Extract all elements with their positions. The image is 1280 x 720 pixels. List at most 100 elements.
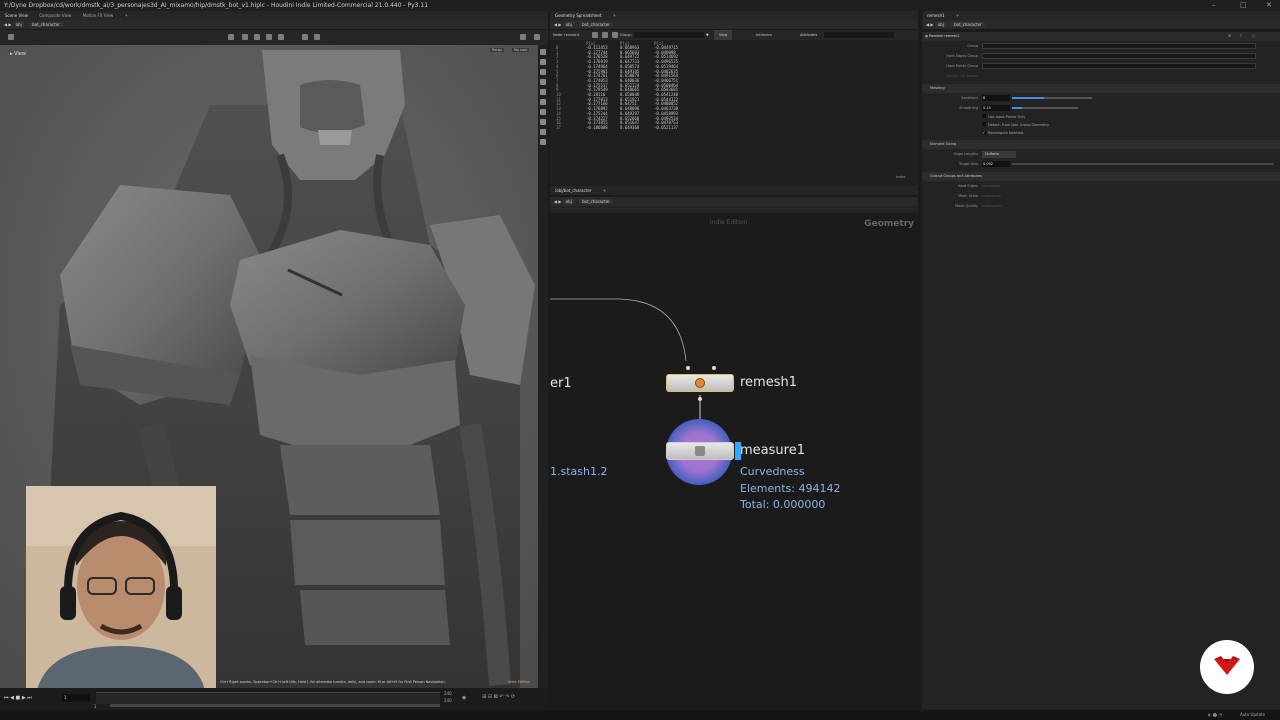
measure-node-label[interactable]: measure1 <box>740 443 805 458</box>
minimize-icon[interactable]: – <box>1212 0 1216 11</box>
output-connector[interactable] <box>698 397 702 401</box>
end-frame-2-label[interactable]: 240 <box>444 698 452 703</box>
use-input-points-checkbox[interactable]: Use Input Points Only <box>982 113 1280 121</box>
camera-menu-button[interactable]: No cam <box>512 48 530 52</box>
timeline-scrubber[interactable] <box>96 692 440 704</box>
help-icon[interactable]: ? <box>1240 32 1242 41</box>
view-dropdown[interactable]: View <box>714 30 733 40</box>
gear-icon[interactable]: ⚙ <box>1228 32 1231 41</box>
tab-motion-fx-view[interactable]: Motion FX View <box>78 13 119 18</box>
tab-parameters[interactable]: remesh1 <box>922 13 950 18</box>
path-obj[interactable]: obj <box>12 22 25 27</box>
detach-checkbox[interactable]: Detach From Non-Group Geometry <box>982 121 1280 129</box>
auto-update-button[interactable]: Auto Update <box>1240 712 1265 717</box>
wireframe-icon[interactable] <box>540 69 546 75</box>
back-icon[interactable]: ◀ ▶ <box>926 22 935 27</box>
snap-icon[interactable] <box>302 34 308 40</box>
add-tab-icon[interactable]: + <box>598 188 611 193</box>
path-bot-character[interactable]: bot_character <box>579 199 613 204</box>
home-icon[interactable] <box>540 59 546 65</box>
audio-icon[interactable]: ◉ <box>462 695 466 701</box>
start-frame-label[interactable]: 1 <box>94 704 97 709</box>
attribute-filter-input[interactable] <box>824 32 894 38</box>
normals-icon[interactable] <box>540 99 546 105</box>
range-slider[interactable] <box>110 704 440 707</box>
display-icon[interactable] <box>314 34 320 40</box>
geometry-spreadsheet[interactable]: P[x] P[y] P[z] 0 -0.111453 0.668963 -0.0449… <box>550 40 918 186</box>
playback-controls[interactable]: ⏮ ◀ ■ ▶ ⏭ <box>4 695 32 701</box>
edge-lengths-dropdown[interactable]: Uniform <box>982 150 1016 158</box>
back-icon[interactable]: ◀ ▶ <box>4 22 13 27</box>
smoothing-field[interactable]: 0.15 <box>982 105 1010 111</box>
output-section[interactable]: Output Groups and Attributes <box>922 172 1280 181</box>
ghost-icon[interactable] <box>540 119 546 125</box>
lock-icon[interactable] <box>540 49 546 55</box>
points-icon[interactable] <box>592 32 598 38</box>
tab-network[interactable]: /obj/bot_character <box>550 188 597 193</box>
path-bot-character[interactable]: bot_character <box>579 22 613 27</box>
meshing-section[interactable]: Meshing <box>922 84 1280 93</box>
back-icon[interactable]: ◀ ▶ <box>554 199 563 204</box>
back-icon[interactable]: ◀ ▶ <box>554 22 563 27</box>
iterations-field[interactable]: 8 <box>982 95 1010 101</box>
primitives-icon[interactable] <box>612 32 618 38</box>
rotate-tool-icon[interactable] <box>254 34 260 40</box>
close-icon[interactable]: ✕ <box>1266 0 1272 11</box>
scale-tool-icon[interactable] <box>266 34 272 40</box>
snapshot-icon[interactable] <box>540 139 546 145</box>
add-tab-icon[interactable]: + <box>120 13 133 18</box>
input-connector[interactable] <box>686 366 690 370</box>
template-icon[interactable] <box>540 129 546 135</box>
points-icon[interactable] <box>540 89 546 95</box>
persp-button[interactable]: Persp <box>490 48 504 52</box>
shaded-icon[interactable] <box>540 79 546 85</box>
tab-composite-view[interactable]: Composite View <box>34 13 76 18</box>
key-tools-icon[interactable]: ⊞ ⊟ ⊠ ↶ ↷ ⟳ <box>482 694 515 700</box>
hard-edges-group-field[interactable] <box>982 53 1256 59</box>
input-connector[interactable] <box>712 366 716 370</box>
group-field[interactable] <box>982 43 1256 49</box>
target-size-slider[interactable] <box>1012 163 1274 165</box>
table-row[interactable]: 17 -0.186088 0.649368 -0.0521137 <box>552 124 690 131</box>
group-label: Group: <box>620 33 632 37</box>
vertices-icon[interactable] <box>602 32 608 38</box>
add-tab-icon[interactable]: + <box>951 13 964 18</box>
handle-tool-icon[interactable] <box>278 34 284 40</box>
current-frame-field[interactable]: 1 <box>62 694 90 702</box>
light-icon[interactable] <box>540 109 546 115</box>
remesh-node-label[interactable]: remesh1 <box>740 375 797 390</box>
help-icon[interactable] <box>534 34 540 40</box>
path-bot-character[interactable]: bot_character <box>29 22 63 27</box>
node-name-field[interactable]: remesh1 <box>944 34 959 38</box>
smoothing-slider[interactable] <box>1012 107 1078 109</box>
filter-icon[interactable]: ▼ <box>706 30 709 40</box>
attributes-label[interactable]: Attributes <box>800 30 817 40</box>
table-cell: -0.0521137 <box>654 124 679 130</box>
recompute-normals-checkbox[interactable]: ✓ Recompute Normals <box>982 129 1280 137</box>
move-tool-icon[interactable] <box>242 34 248 40</box>
path-obj[interactable]: obj <box>934 22 947 27</box>
add-tab-icon[interactable]: + <box>608 13 621 18</box>
target-size-field[interactable]: 0.002 <box>982 161 1010 167</box>
tab-scene-view[interactable]: Scene View <box>0 13 33 18</box>
info-icon[interactable]: ⓘ <box>1252 32 1256 41</box>
remesh-node[interactable] <box>666 374 734 392</box>
iterations-slider[interactable] <box>1012 97 1092 99</box>
tab-geometry-spreadsheet[interactable]: Geometry Spreadsheet <box>550 13 606 18</box>
path-bot-character[interactable]: bot_character <box>951 22 985 27</box>
select-tool-icon[interactable] <box>228 34 234 40</box>
end-frame-label[interactable]: 240 <box>444 691 452 696</box>
network-editor[interactable]: Indie Edition Geometry er1 1.stash1.2 re… <box>550 213 918 710</box>
grid-icon[interactable] <box>8 34 14 40</box>
path-obj[interactable]: obj <box>562 199 575 204</box>
maximize-icon[interactable]: □ <box>1240 0 1247 11</box>
intrinsics-label[interactable]: Intrinsics <box>756 30 772 40</box>
status-icons[interactable]: ◐ ⬤ ◔ <box>1208 712 1222 717</box>
element-sizing-section[interactable]: Element Sizing <box>922 140 1280 149</box>
measure-node[interactable] <box>666 441 741 460</box>
partial-node-label[interactable]: er1 <box>550 376 572 391</box>
path-obj[interactable]: obj <box>562 22 575 27</box>
camera-icon[interactable] <box>520 34 526 40</box>
hard-points-group-field[interactable] <box>982 63 1256 69</box>
group-filter-input[interactable] <box>634 32 704 38</box>
